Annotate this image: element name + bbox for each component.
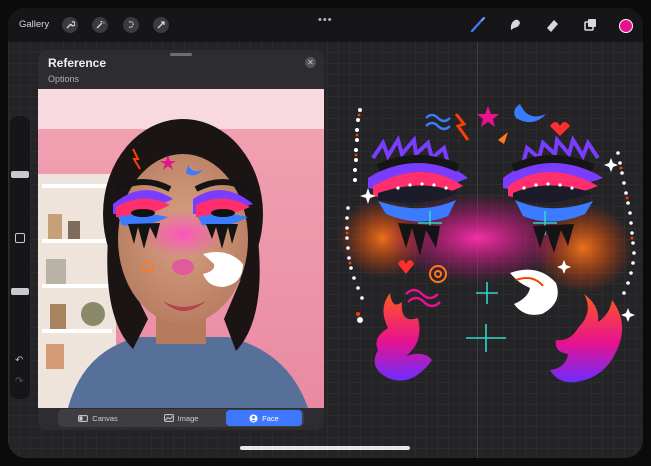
magic-wand-icon[interactable] — [92, 17, 108, 33]
redo-icon[interactable]: ↷ — [15, 376, 23, 387]
left-sidebar: ↶ ↷ — [10, 116, 30, 399]
gallery-button[interactable]: Gallery — [19, 19, 49, 30]
face-paint-artwork — [338, 104, 636, 383]
tab-image-label: Image — [177, 413, 199, 423]
face-icon — [249, 414, 258, 422]
canvas-icon — [78, 414, 89, 422]
reference-title: Reference — [48, 56, 107, 70]
undo-icon[interactable]: ↶ — [15, 355, 23, 366]
transform-arrow-icon[interactable] — [153, 17, 169, 33]
tab-face[interactable]: Face — [226, 410, 302, 426]
reference-face-photo — [38, 89, 324, 408]
opacity-slider[interactable] — [11, 288, 29, 295]
color-picker-button[interactable] — [619, 19, 633, 33]
procreate-window: Gallery ••• ↶ ↷ Reference Options ✕ Canv… — [8, 8, 643, 458]
options-link[interactable]: Options — [48, 74, 79, 84]
ellipsis-icon[interactable]: ••• — [318, 14, 333, 26]
eraser-icon[interactable] — [544, 17, 560, 33]
home-indicator[interactable] — [240, 446, 410, 450]
selection-icon[interactable] — [123, 17, 139, 33]
brush-icon[interactable] — [470, 17, 486, 33]
brush-size-slider[interactable] — [11, 171, 29, 178]
layers-icon[interactable] — [582, 17, 598, 33]
top-toolbar: Gallery ••• — [8, 8, 643, 42]
reference-mode-tabs: Canvas Image Face — [58, 409, 304, 427]
smudge-icon[interactable] — [507, 17, 523, 33]
tab-face-label: Face — [262, 413, 279, 423]
panel-drag-handle[interactable] — [170, 53, 192, 56]
tab-canvas-label: Canvas — [92, 413, 118, 423]
modify-button[interactable] — [15, 233, 25, 243]
close-icon[interactable]: ✕ — [305, 57, 316, 68]
image-icon — [163, 414, 174, 422]
tab-image[interactable]: Image — [143, 410, 219, 426]
wrench-icon[interactable] — [62, 17, 78, 33]
reference-panel: Reference Options ✕ Canvas Image Face — [38, 50, 324, 430]
tab-canvas[interactable]: Canvas — [60, 410, 136, 426]
